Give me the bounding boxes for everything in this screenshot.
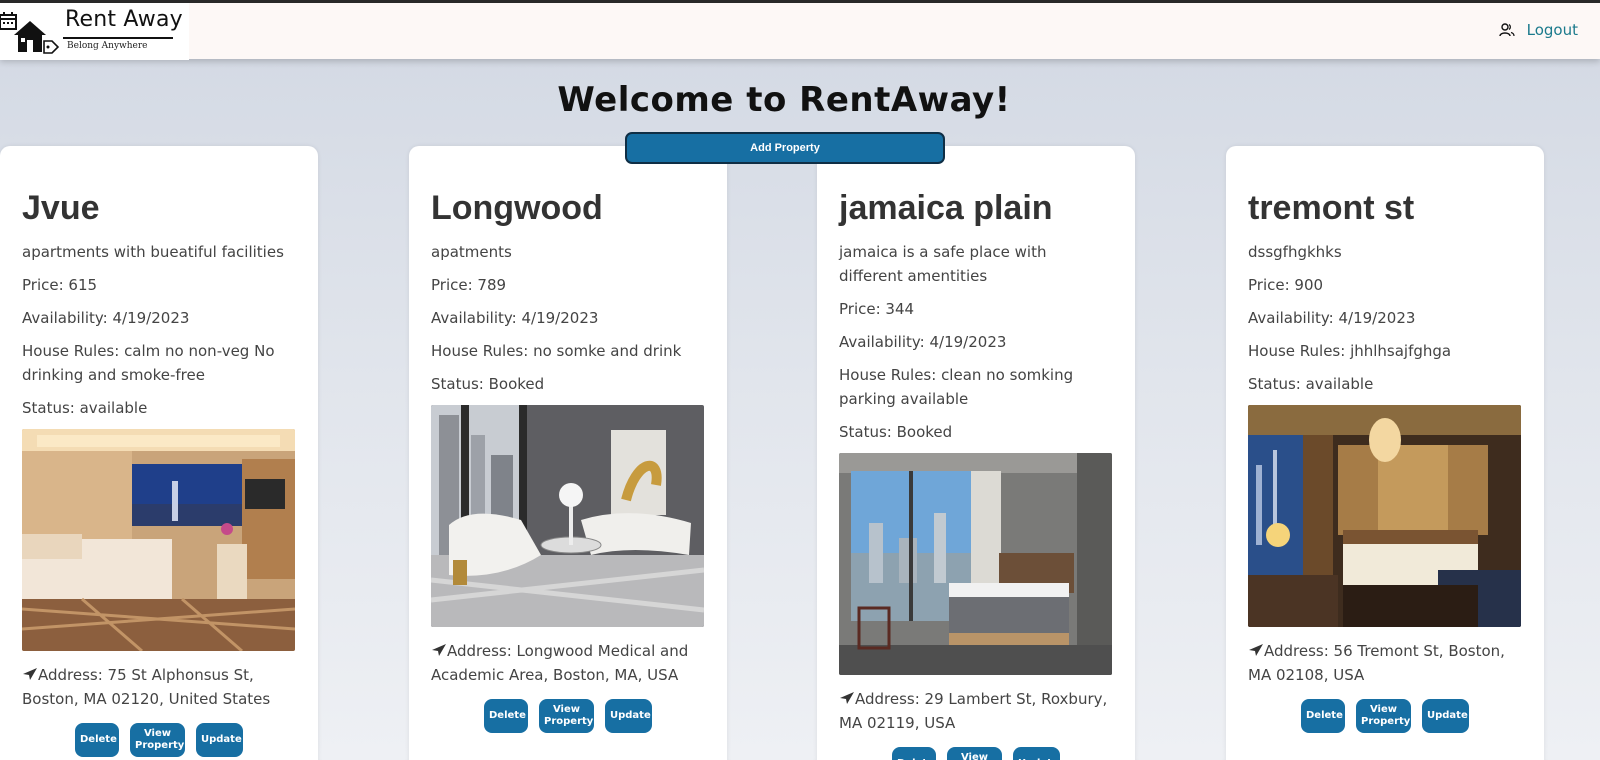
brand-logo[interactable]: Rent Away Belong Anywhere <box>0 3 189 60</box>
logout-link[interactable]: Logout <box>1498 21 1578 39</box>
property-availability: Availability: 4/19/2023 <box>839 333 1007 351</box>
delete-button[interactable]: Delete <box>484 699 528 733</box>
property-photo <box>1248 405 1521 627</box>
property-price: Price: 615 <box>22 276 98 294</box>
property-photo <box>431 405 704 627</box>
delete-button[interactable]: Delete <box>75 723 119 757</box>
property-name: Jvue <box>22 189 100 227</box>
property-status: Status: available <box>22 399 148 417</box>
card-actions: Delete View Property Update <box>1248 699 1522 733</box>
logout-label: Logout <box>1526 21 1578 39</box>
property-availability: Availability: 4/19/2023 <box>431 309 599 327</box>
property-address-text: Address: 75 St Alphonsus St, Boston, MA … <box>22 666 271 708</box>
property-description: dssgfhgkhks <box>1248 243 1342 261</box>
property-address: Address: 56 Tremont St, Boston, MA 02108… <box>1248 639 1522 687</box>
page-title: Welcome to RentAway! <box>557 80 1011 120</box>
property-address: Address: 75 St Alphonsus St, Boston, MA … <box>22 663 296 711</box>
property-address-text: Address: Longwood Medical and Academic A… <box>431 642 689 684</box>
view-property-button[interactable]: View Property <box>130 723 185 757</box>
property-address-text: Address: 56 Tremont St, Boston, MA 02108… <box>1248 642 1505 684</box>
view-property-button[interactable]: View Property <box>1356 699 1411 733</box>
property-card: tremont st dssgfhgkhks Price: 900 Availa… <box>1226 146 1544 760</box>
property-availability: Availability: 4/19/2023 <box>22 309 190 327</box>
card-actions: Delete View Property Update <box>22 723 296 757</box>
property-house-rules: House Rules: calm no non-veg No drinking… <box>22 342 275 384</box>
delete-button[interactable]: Delete <box>892 747 936 760</box>
card-actions: Delete View Property Update <box>839 747 1113 760</box>
property-card: jamaica plain jamaica is a safe place wi… <box>817 146 1135 760</box>
brand-tagline: Belong Anywhere <box>67 41 148 51</box>
location-arrow-icon <box>840 692 854 704</box>
brand-divider <box>63 37 173 39</box>
suite-photo-icon <box>1248 405 1521 627</box>
property-description: jamaica is a safe place with different a… <box>839 243 1047 285</box>
property-status: Status: Booked <box>839 423 953 441</box>
update-button[interactable]: Update <box>1422 699 1469 733</box>
update-button[interactable]: Update <box>1013 747 1060 760</box>
user-icon <box>1498 23 1515 37</box>
house-calendar-icon <box>0 12 60 54</box>
card-actions: Delete View Property Update <box>431 699 705 733</box>
property-price: Price: 789 <box>431 276 507 294</box>
location-arrow-icon <box>1249 644 1263 656</box>
bedroom-photo-icon <box>839 453 1112 675</box>
property-address: Address: 29 Lambert St, Roxbury, MA 0211… <box>839 687 1113 735</box>
property-name: Longwood <box>431 189 603 227</box>
property-price: Price: 344 <box>839 300 915 318</box>
brand-name: Rent Away <box>65 7 183 32</box>
property-photo <box>22 429 295 651</box>
property-photo <box>839 453 1112 675</box>
living-room-photo-icon <box>431 405 704 627</box>
property-card: Longwood apatments Price: 789 Availabili… <box>409 146 727 760</box>
view-property-button[interactable]: View Property <box>947 747 1002 760</box>
delete-button[interactable]: Delete <box>1301 699 1345 733</box>
hotel-room-photo-icon <box>22 429 295 651</box>
property-address-text: Address: 29 Lambert St, Roxbury, MA 0211… <box>839 690 1108 732</box>
property-house-rules: House Rules: clean no somking parking av… <box>839 366 1074 408</box>
property-name: tremont st <box>1248 189 1415 227</box>
navbar: Rent Away Belong Anywhere Logout <box>0 3 1600 60</box>
property-price: Price: 900 <box>1248 276 1324 294</box>
property-address: Address: Longwood Medical and Academic A… <box>431 639 705 687</box>
property-status: Status: Booked <box>431 375 545 393</box>
location-arrow-icon <box>432 644 446 656</box>
update-button[interactable]: Update <box>196 723 243 757</box>
property-description: apatments <box>431 243 512 261</box>
property-house-rules: House Rules: no somke and drink <box>431 342 682 360</box>
property-description: apartments with bueatiful facilities <box>22 243 284 261</box>
property-card: Jvue apartments with bueatiful facilitie… <box>0 146 318 760</box>
add-property-button[interactable]: Add Property <box>625 132 945 164</box>
update-button[interactable]: Update <box>605 699 652 733</box>
property-status: Status: available <box>1248 375 1374 393</box>
property-house-rules: House Rules: jhhlhsajfghga <box>1248 342 1452 360</box>
property-name: jamaica plain <box>839 189 1053 227</box>
view-property-button[interactable]: View Property <box>539 699 594 733</box>
property-availability: Availability: 4/19/2023 <box>1248 309 1416 327</box>
location-arrow-icon <box>23 668 37 680</box>
